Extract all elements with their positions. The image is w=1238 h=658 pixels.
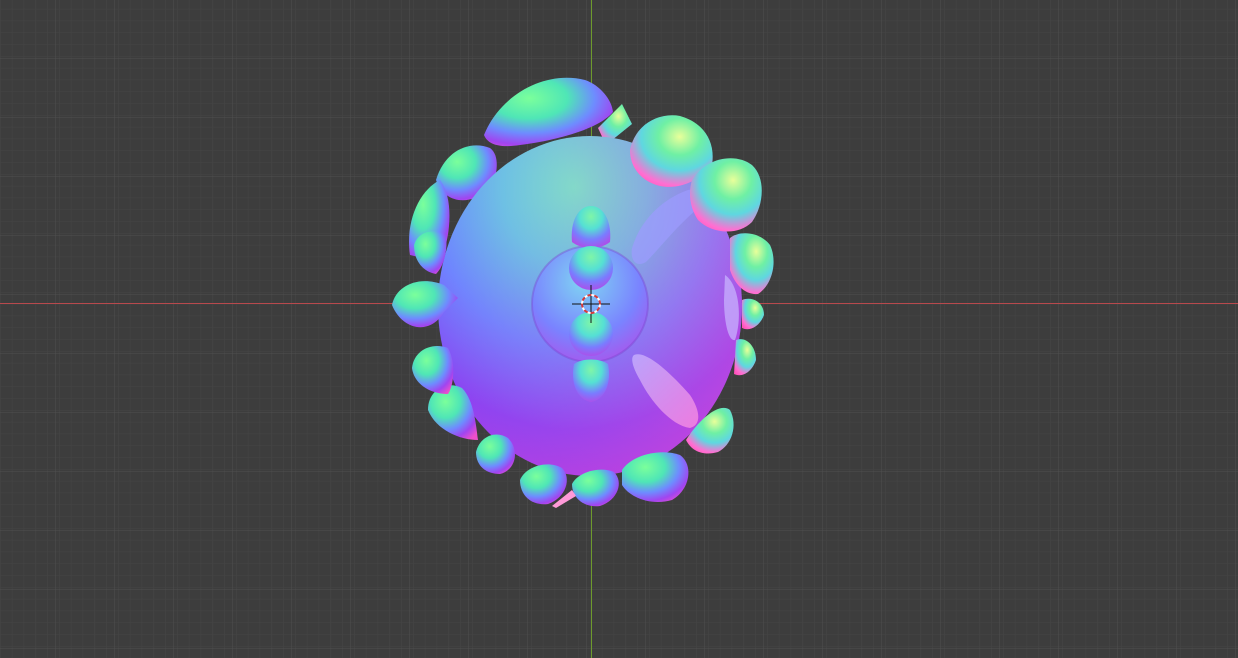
bead-2 [569,246,613,290]
3d-viewport[interactable] [0,0,1238,658]
viewport-canvas[interactable] [0,0,1238,658]
